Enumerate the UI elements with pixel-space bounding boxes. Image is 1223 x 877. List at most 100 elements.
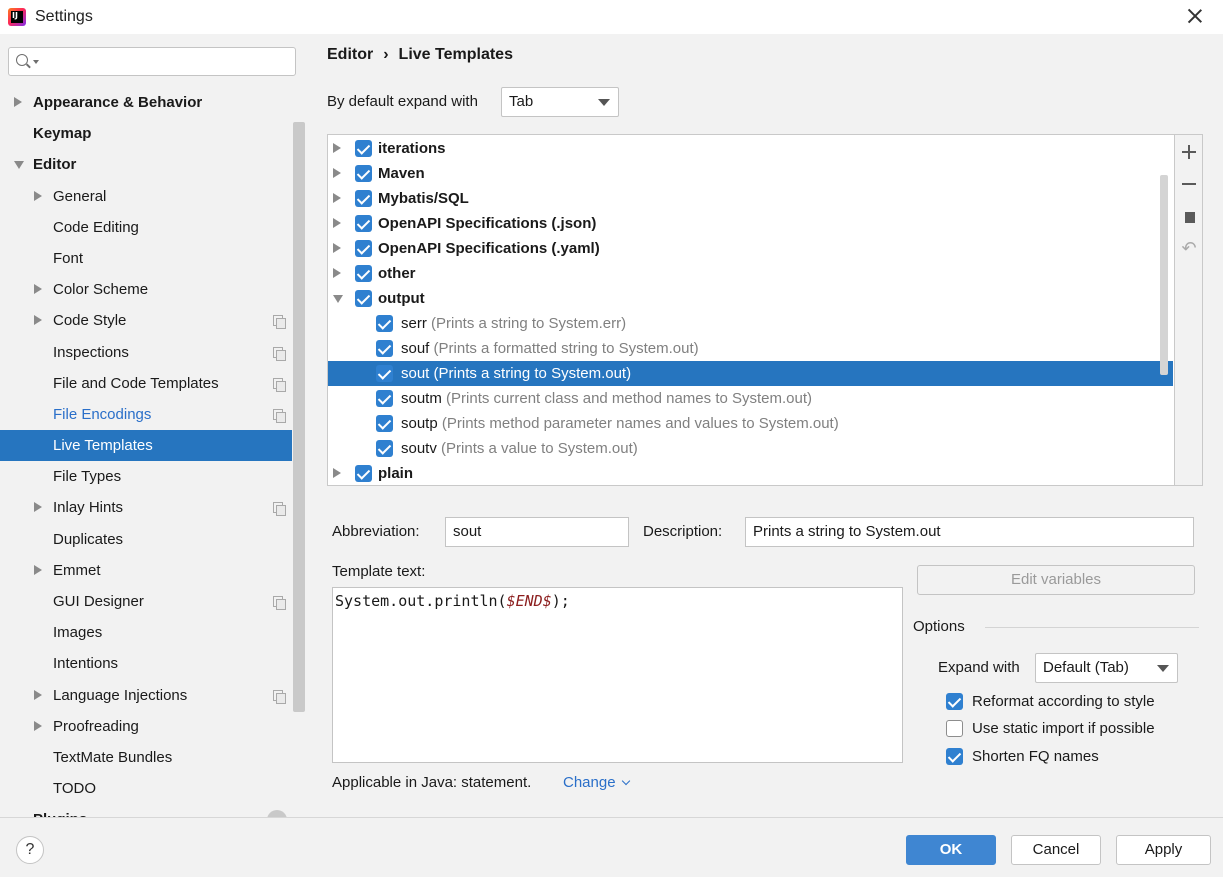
chevron-right-icon[interactable] [34,564,42,575]
chevron-right-icon[interactable] [34,190,42,201]
template-checkbox[interactable] [376,315,393,332]
sidebar-item-file-and-code-templates[interactable]: File and Code Templates [0,368,292,399]
template-group-row[interactable]: output [328,286,1173,311]
chevron-down-icon[interactable] [14,161,24,170]
breadcrumb-editor[interactable]: Editor [327,46,373,63]
template-checkbox[interactable] [355,215,372,232]
edit-variables-button[interactable]: Edit variables [917,565,1195,595]
sidebar-item-appearance-behavior[interactable]: Appearance & Behavior [0,87,292,118]
chevron-right-icon[interactable] [333,168,341,178]
chevron-right-icon[interactable] [34,315,42,326]
chevron-right-icon[interactable] [333,218,341,228]
template-checkbox[interactable] [355,240,372,257]
template-checkbox[interactable] [355,140,372,157]
templates-scrollbar[interactable] [1160,175,1168,375]
copy-icon[interactable] [1180,207,1198,225]
help-button[interactable]: ? [16,836,44,864]
cancel-button[interactable]: Cancel [1011,835,1101,865]
sidebar-item-plugins[interactable]: Plugins [0,804,292,817]
change-context-link[interactable]: Change [563,774,630,791]
template-group-row[interactable]: iterations [328,136,1173,161]
template-checkbox[interactable] [376,390,393,407]
template-checkbox[interactable] [355,290,372,307]
chevron-right-icon[interactable] [34,720,42,731]
sidebar-item-language-injections[interactable]: Language Injections [0,680,292,711]
chevron-right-icon[interactable] [333,468,341,478]
sidebar-item-textmate-bundles[interactable]: TextMate Bundles [0,742,292,773]
template-row[interactable]: serr (Prints a string to System.err) [328,311,1173,336]
minus-icon[interactable] [1180,175,1198,193]
sidebar-item-label: Inlay Hints [53,499,124,517]
template-group-row[interactable]: other [328,261,1173,286]
undo-icon[interactable]: ↶ [1180,239,1198,257]
template-name: other [378,261,416,286]
template-row[interactable]: sout (Prints a string to System.out) [328,361,1173,386]
project-scope-icon [273,346,286,361]
chevron-down-icon[interactable] [333,295,343,303]
sidebar-item-emmet[interactable]: Emmet [0,555,292,586]
plus-icon[interactable] [1180,143,1198,161]
template-checkbox[interactable] [355,165,372,182]
chevron-right-icon[interactable] [333,143,341,153]
template-group-row[interactable]: plain [328,461,1173,485]
expand-with-option-dropdown[interactable]: Default (Tab) [1035,653,1178,683]
template-checkbox[interactable] [376,440,393,457]
chevron-right-icon[interactable] [333,268,341,278]
template-row[interactable]: soutv (Prints a value to System.out) [328,436,1173,461]
intellij-idea-icon: IJ [8,8,26,26]
ok-button[interactable]: OK [906,835,996,865]
sidebar-item-label: Code Style [53,312,127,330]
apply-button[interactable]: Apply [1116,835,1211,865]
sidebar-item-editor[interactable]: Editor [0,149,292,180]
template-abbreviation: iterations [378,140,446,157]
sidebar-item-keymap[interactable]: Keymap [0,118,292,149]
template-group-row[interactable]: Mybatis/SQL [328,186,1173,211]
template-group-row[interactable]: Maven [328,161,1173,186]
abbreviation-field[interactable]: sout [445,517,629,547]
template-row[interactable]: soutp (Prints method parameter names and… [328,411,1173,436]
sidebar-item-gui-designer[interactable]: GUI Designer [0,586,292,617]
sidebar-item-inspections[interactable]: Inspections [0,337,292,368]
chevron-right-icon[interactable] [14,97,22,107]
sidebar-item-images[interactable]: Images [0,617,292,648]
chevron-right-icon[interactable] [34,689,42,700]
checkbox-checked [946,748,963,765]
template-checkbox[interactable] [376,340,393,357]
template-checkbox[interactable] [376,365,393,382]
template-checkbox[interactable] [376,415,393,432]
sidebar-item-file-encodings[interactable]: File Encodings [0,399,292,430]
chevron-right-icon[interactable] [333,243,341,253]
template-group-row[interactable]: OpenAPI Specifications (.yaml) [328,236,1173,261]
sidebar-item-file-types[interactable]: File Types [0,461,292,492]
template-text-editor[interactable]: System.out.println($END$); [332,587,903,763]
sidebar-item-proofreading[interactable]: Proofreading [0,711,292,742]
template-group-row[interactable]: OpenAPI Specifications (.json) [328,211,1173,236]
sidebar-item-todo[interactable]: TODO [0,773,292,804]
chevron-right-icon[interactable] [34,284,42,295]
sidebar-item-code-editing[interactable]: Code Editing [0,212,292,243]
template-checkbox[interactable] [355,265,372,282]
sidebar-item-general[interactable]: General [0,181,292,212]
search-icon [16,54,28,66]
template-abbreviation: sout [401,365,430,382]
template-row[interactable]: souf (Prints a formatted string to Syste… [328,336,1173,361]
sidebar-item-intentions[interactable]: Intentions [0,648,292,679]
chevron-right-icon[interactable] [34,502,42,513]
search-input[interactable] [8,47,296,76]
sidebar-item-duplicates[interactable]: Duplicates [0,524,292,555]
template-checkbox[interactable] [355,465,372,482]
chevron-right-icon[interactable] [333,193,341,203]
sidebar-item-inlay-hints[interactable]: Inlay Hints [0,492,292,523]
sidebar-scrollbar[interactable] [293,122,305,712]
expand-with-dropdown[interactable]: Tab [501,87,619,117]
description-field[interactable]: Prints a string to System.out [745,517,1194,547]
template-checkbox[interactable] [355,190,372,207]
sidebar-item-live-templates[interactable]: Live Templates [0,430,306,462]
sidebar-item-label: File and Code Templates [53,374,219,392]
close-icon[interactable] [1185,6,1205,26]
sidebar-item-color-scheme[interactable]: Color Scheme [0,274,292,305]
sidebar-item-code-style[interactable]: Code Style [0,305,292,336]
breadcrumb: Editor › Live Templates [327,46,513,64]
sidebar-item-font[interactable]: Font [0,243,292,274]
template-row[interactable]: soutm (Prints current class and method n… [328,386,1173,411]
